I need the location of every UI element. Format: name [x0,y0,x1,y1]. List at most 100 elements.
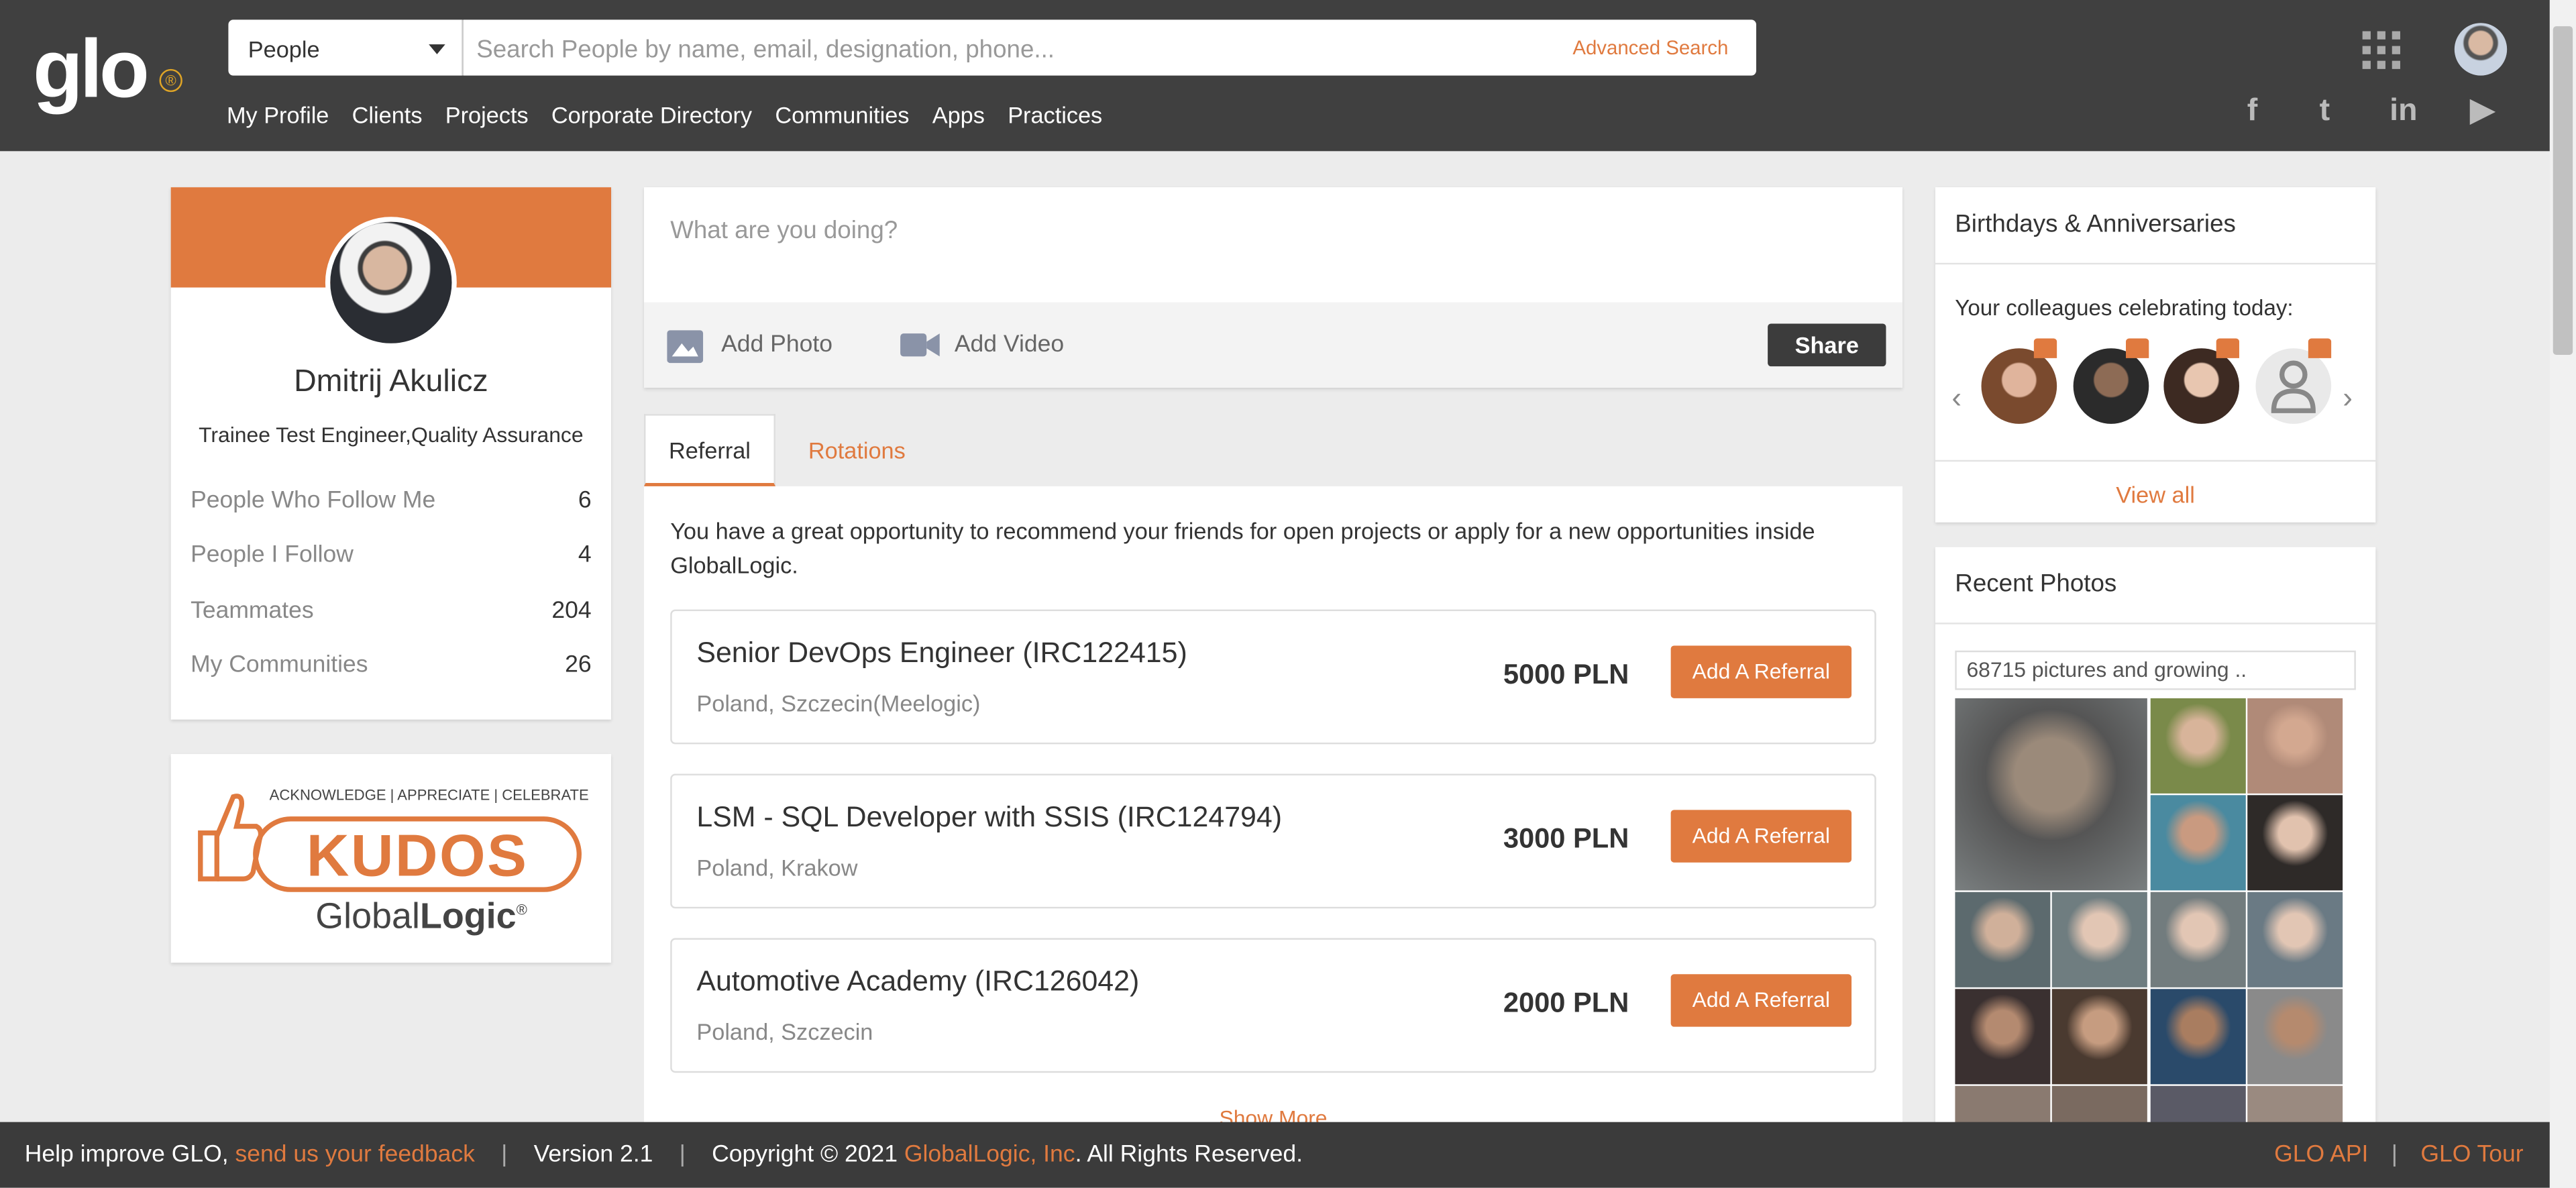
footer-separator: | [2391,1142,2398,1169]
footer-left: Help improve GLO, send us your feedback … [25,1142,1303,1168]
share-button[interactable]: Share [1768,323,1886,367]
photo-icon[interactable] [667,330,704,364]
profile-avatar[interactable] [325,217,457,349]
nav-projects[interactable]: Projects [445,102,529,128]
photo-thumbnail[interactable] [2051,989,2147,1085]
job-location: Poland, Szczecin(Meelogic) [696,690,981,716]
job-card[interactable]: Automotive Academy (IRC126042) Poland, S… [670,938,1876,1073]
photo-thumbnail[interactable] [1955,989,2051,1085]
feedback-link[interactable]: send us your feedback [235,1142,475,1168]
colleague-avatar[interactable] [1981,348,2057,424]
divider [1935,460,2376,462]
status-input[interactable]: What are you doing? [670,217,898,245]
job-title[interactable]: Senior DevOps Engineer (IRC122415) [696,636,1187,670]
stat-value-followers: 6 [578,488,592,515]
profile-name[interactable]: Dmitrij Akulicz [171,365,611,401]
recent-photos-heading: Recent Photos [1955,570,2117,598]
job-bonus: 5000 PLN [1503,659,1629,690]
photo-thumbnail[interactable] [2247,892,2343,987]
footer-right: GLO API | GLO Tour [2274,1142,2523,1168]
nav-communities[interactable]: Communities [775,102,909,128]
colleague-avatar[interactable] [2073,348,2149,424]
nav-apps[interactable]: Apps [932,102,985,128]
add-referral-button[interactable]: Add A Referral [1670,810,1852,863]
search-box: Advanced Search [463,19,1756,79]
footer-separator: | [679,1142,686,1169]
job-location: Poland, Szczecin [696,1018,873,1045]
job-location: Poland, Krakow [696,854,858,881]
birthdays-heading: Birthdays & Anniversaries [1955,210,2236,239]
photo-thumbnail[interactable] [2247,698,2343,794]
cake-icon [2308,338,2332,358]
globallogic-logo: GlobalLogic® [315,895,527,936]
photo-thumbnail[interactable] [2051,892,2147,987]
view-all-link[interactable]: View all [1935,482,2375,508]
nav-clients[interactable]: Clients [352,102,423,128]
user-avatar[interactable] [2454,23,2508,76]
photo-thumbnail[interactable] [2150,698,2246,794]
add-referral-button[interactable]: Add A Referral [1670,645,1852,698]
photo-thumbnail[interactable] [2247,989,2343,1085]
birthdays-subheading: Your colleagues celebrating today: [1955,295,2294,321]
nav-practices[interactable]: Practices [1008,102,1102,128]
tab-referral[interactable]: Referral [644,414,775,486]
tab-rotations[interactable]: Rotations [808,437,906,463]
stat-label-communities[interactable]: My Communities [191,652,368,678]
job-card[interactable]: Senior DevOps Engineer (IRC122415) Polan… [670,609,1876,745]
stat-label-teammates[interactable]: Teammates [191,598,314,624]
job-card[interactable]: LSM - SQL Developer with SSIS (IRC124794… [670,773,1876,909]
photo-thumbnail[interactable] [2150,795,2246,891]
youtube-icon[interactable]: ▶ [2464,95,2500,128]
stat-label-following[interactable]: People I Follow [191,542,354,568]
scrollbar-thumb[interactable] [2553,26,2573,355]
search-scope-select[interactable]: People [228,19,464,76]
photo-thumbnail[interactable] [1955,892,2051,987]
post-toolbar [644,302,1902,388]
photo-grid [1955,698,2343,1139]
advanced-search-link[interactable]: Advanced Search [1572,36,1728,59]
cake-icon [2126,338,2149,358]
footer: Help improve GLO, send us your feedback … [0,1122,2550,1188]
job-title[interactable]: Automotive Academy (IRC126042) [696,965,1139,999]
company-link[interactable]: GlobalLogic, Inc [904,1142,1075,1168]
status-post-box: What are you doing? Add Photo Add Video … [644,187,1902,388]
glo-tour-link[interactable]: GLO Tour [2420,1142,2523,1168]
chevron-down-icon [429,44,445,54]
video-camera-icon[interactable] [900,332,940,358]
photo-thumbnail[interactable] [2150,892,2246,987]
footer-help-text: Help improve GLO, [24,1142,229,1169]
linkedin-icon[interactable]: in [2385,95,2422,128]
twitter-icon[interactable]: t [2306,95,2343,128]
glo-logo[interactable]: glo [33,23,150,115]
photo-thumbnail[interactable] [2150,989,2246,1085]
divider [1935,262,2376,265]
kudos-banner[interactable]: ACKNOWLEDGE | APPRECIATE | CELEBRATE KUD… [170,754,612,963]
add-photo-button[interactable]: Add Photo [721,332,833,358]
recent-photos-card: Recent Photos 68715 pictures and growing… [1935,547,2376,1139]
chevron-right-icon[interactable]: › [2343,381,2353,415]
search-input[interactable] [473,19,1532,79]
apps-grid-icon[interactable] [2362,31,2400,69]
photo-thumbnail[interactable] [1955,698,2147,891]
chevron-left-icon[interactable]: ‹ [1951,381,1962,415]
stat-value-teammates: 204 [551,598,592,625]
divider [1935,623,2376,625]
add-video-button[interactable]: Add Video [955,332,1064,358]
add-referral-button[interactable]: Add A Referral [1670,974,1852,1027]
version-text: Version 2.1 [533,1142,653,1169]
colleague-avatar[interactable] [2163,348,2239,424]
job-title[interactable]: LSM - SQL Developer with SSIS (IRC124794… [696,800,1282,834]
facebook-icon[interactable]: f [2235,95,2271,128]
default-avatar-icon[interactable] [2255,348,2332,424]
glo-api-link[interactable]: GLO API [2274,1142,2368,1168]
cake-icon [2216,338,2239,358]
job-bonus: 2000 PLN [1503,987,1629,1019]
photo-thumbnail[interactable] [2247,795,2343,891]
copyright-text: Copyright © 2021 [712,1142,898,1169]
stat-label-followers[interactable]: People Who Follow Me [191,488,435,514]
stat-value-following: 4 [578,542,592,569]
nav-corporate-directory[interactable]: Corporate Directory [551,102,752,128]
nav-my-profile[interactable]: My Profile [227,102,329,128]
footer-separator: | [501,1142,508,1169]
profile-title: Trainee Test Engineer,Quality Assurance [199,422,584,447]
